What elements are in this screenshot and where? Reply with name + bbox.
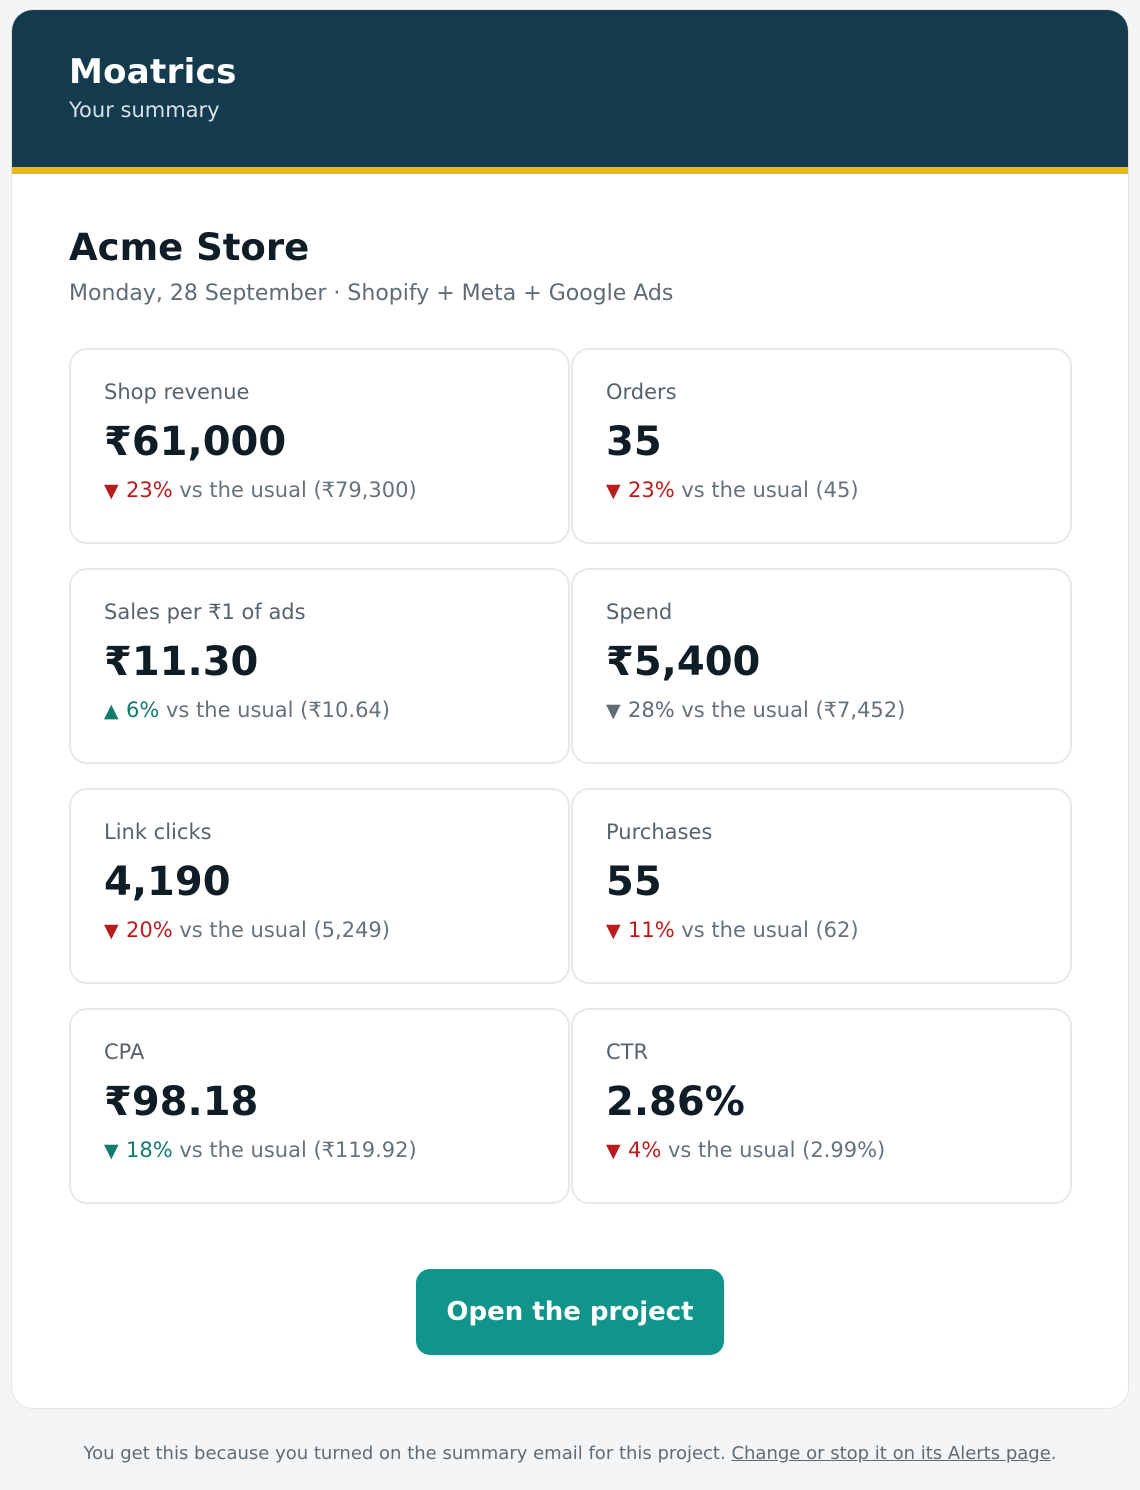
metric-delta: ▼ 4% vs the usual (2.99%) (606, 1137, 1070, 1164)
accent-bar (12, 167, 1128, 174)
summary-card: Moatrics Your summary Acme Store Monday,… (11, 9, 1129, 1409)
metric-delta: ▼ 28% vs the usual (₹7,452) (606, 697, 1070, 724)
delta-percent: 18% (126, 1138, 173, 1162)
triangle-down-icon: ▼ (606, 700, 621, 722)
delta-percent: 6% (126, 698, 160, 722)
triangle-up-icon: ▲ (104, 700, 119, 722)
delta-percent: 11% (628, 918, 675, 942)
footer-end: . (1050, 1443, 1057, 1464)
metric-delta: ▼ 20% vs the usual (5,249) (104, 917, 568, 944)
store-name: Acme Store (69, 226, 310, 269)
metric-label: Purchases (606, 820, 713, 844)
metric-delta: ▲ 6% vs the usual (₹10.64) (104, 697, 568, 724)
metric-card-cpa: CPA ₹98.18 ▼ 18% vs the usual (₹119.92) (69, 1008, 570, 1204)
triangle-down-icon: ▼ (606, 480, 621, 502)
delta-percent: 23% (126, 478, 173, 502)
email-header: Moatrics Your summary (12, 10, 1128, 167)
metric-card-orders: Orders 35 ▼ 23% vs the usual (45) (571, 348, 1072, 544)
metric-card-purchases: Purchases 55 ▼ 11% vs the usual (62) (571, 788, 1072, 984)
summary-body: Acme Store Monday, 28 September · Shopif… (12, 174, 1128, 1355)
metric-value: ₹11.30 (104, 639, 259, 685)
metric-card-link-clicks: Link clicks 4,190 ▼ 20% vs the usual (5,2… (69, 788, 570, 984)
delta-comparison: vs the usual (₹10.64) (159, 698, 390, 722)
cta-wrapper: Open the project (69, 1269, 1071, 1355)
metric-delta: ▼ 11% vs the usual (62) (606, 917, 1070, 944)
triangle-down-icon: ▼ (606, 1140, 621, 1162)
metric-delta: ▼ 23% vs the usual (₹79,300) (104, 477, 568, 504)
triangle-down-icon: ▼ (104, 1140, 119, 1162)
delta-percent: 23% (628, 478, 675, 502)
delta-comparison: vs the usual (62) (674, 918, 859, 942)
delta-comparison: vs the usual (₹119.92) (172, 1138, 417, 1162)
header-tagline: Your summary (69, 98, 220, 122)
triangle-down-icon: ▼ (104, 480, 119, 502)
metric-value: ₹5,400 (606, 639, 761, 685)
delta-percent: 4% (628, 1138, 662, 1162)
metric-label: CTR (606, 1040, 649, 1064)
open-project-button[interactable]: Open the project (416, 1269, 724, 1355)
delta-percent: 28% (628, 698, 675, 722)
metric-delta: ▼ 18% vs the usual (₹119.92) (104, 1137, 568, 1164)
metric-value: 55 (606, 859, 662, 905)
alerts-page-link[interactable]: Change or stop it on its Alerts page (731, 1443, 1050, 1464)
triangle-down-icon: ▼ (606, 920, 621, 942)
delta-percent: 20% (126, 918, 173, 942)
metric-card-sales-per-ad-rupee: Sales per ₹1 of ads ₹11.30 ▲ 6% vs the us… (69, 568, 570, 764)
metric-label: Orders (606, 380, 677, 404)
delta-comparison: vs the usual (45) (674, 478, 859, 502)
metric-value: 4,190 (104, 859, 231, 905)
metric-label: Shop revenue (104, 380, 250, 404)
email-footer: You get this because you turned on the s… (0, 1439, 1140, 1469)
metrics-grid: Shop revenue ₹61,000 ▼ 23% vs the usual (… (69, 348, 1073, 1204)
metric-value: ₹61,000 (104, 419, 287, 465)
metric-delta: ▼ 23% vs the usual (45) (606, 477, 1070, 504)
footer-text: You get this because you turned on the s… (83, 1443, 732, 1464)
metric-card-spend: Spend ₹5,400 ▼ 28% vs the usual (₹7,452) (571, 568, 1072, 764)
triangle-down-icon: ▼ (104, 920, 119, 942)
metric-label: Sales per ₹1 of ads (104, 600, 306, 624)
metric-label: Link clicks (104, 820, 212, 844)
metric-value: 2.86% (606, 1079, 745, 1125)
metric-card-ctr: CTR 2.86% ▼ 4% vs the usual (2.99%) (571, 1008, 1072, 1204)
metric-label: CPA (104, 1040, 145, 1064)
delta-comparison: vs the usual (₹7,452) (674, 698, 906, 722)
delta-comparison: vs the usual (₹79,300) (172, 478, 417, 502)
store-meta: Monday, 28 September · Shopify + Meta + … (69, 281, 674, 306)
delta-comparison: vs the usual (2.99%) (661, 1138, 886, 1162)
metric-value: 35 (606, 419, 662, 465)
metric-card-shop-revenue: Shop revenue ₹61,000 ▼ 23% vs the usual (… (69, 348, 570, 544)
metric-value: ₹98.18 (104, 1079, 259, 1125)
brand-name: Moatrics (69, 52, 237, 92)
metric-label: Spend (606, 600, 673, 624)
delta-comparison: vs the usual (5,249) (172, 918, 390, 942)
